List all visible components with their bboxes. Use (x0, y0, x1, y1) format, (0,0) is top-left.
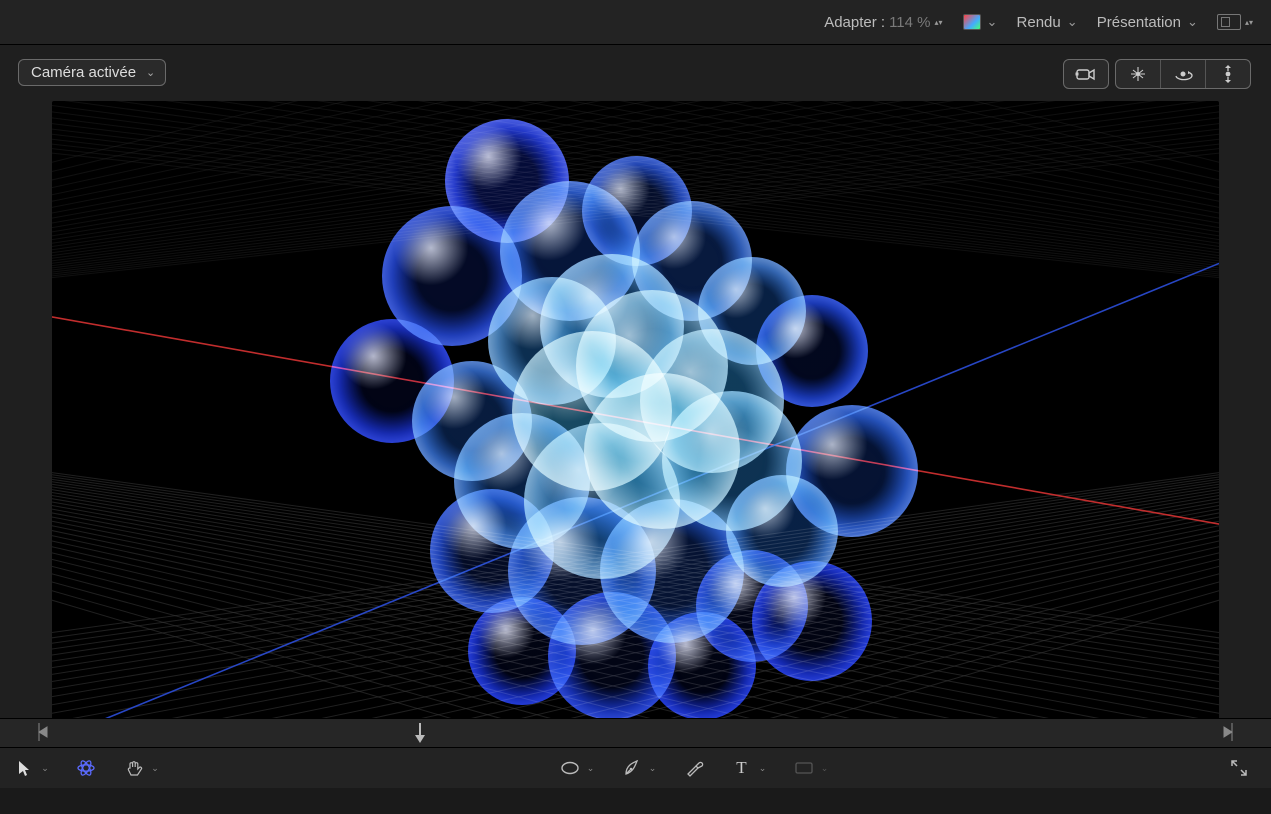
particle-orb (752, 561, 872, 681)
camera-menu-label: Caméra activée (31, 64, 136, 81)
chevron-down-icon: ⌄ (146, 66, 155, 79)
zoom-out-stop-icon (1223, 721, 1233, 743)
particle-orb (698, 257, 806, 365)
stepper-icon: ▴▾ (1245, 20, 1253, 25)
camera-menu[interactable]: Caméra activée ⌄ (18, 59, 166, 86)
expand-canvas-button[interactable] (1225, 755, 1253, 781)
fit-zoom-menu[interactable]: Adapter : 114 % ▴▾ (818, 10, 948, 35)
orbit-button[interactable] (1161, 60, 1206, 88)
camera-reset-button[interactable] (1063, 59, 1109, 89)
pan-hand-tool[interactable] (120, 755, 148, 781)
canvas-area: Caméra activée ⌄ (0, 45, 1271, 748)
top-toolbar: Adapter : 114 % ▴▾ ⌄ Rendu ⌄ Présentatio… (0, 0, 1271, 45)
dolly-button[interactable] (1206, 60, 1250, 88)
color-channel-menu[interactable]: ⌄ (957, 10, 1003, 34)
particle-orb (468, 597, 576, 705)
chevron-down-icon: ⌄ (1067, 14, 1077, 30)
fit-label: Adapter : (824, 14, 885, 31)
select-tool[interactable] (10, 755, 38, 781)
render-label: Rendu (1017, 14, 1061, 31)
shape-tool-menu[interactable]: ⌄ (584, 763, 598, 774)
paint-tool[interactable] (680, 755, 708, 781)
safe-zone-icon (1217, 14, 1241, 30)
particle-orb (412, 361, 532, 481)
zoom-strip[interactable] (0, 718, 1271, 748)
bottom-toolbar: ⌄ ⌄ ⌄ ⌄ T ⌄ ⌄ (0, 748, 1271, 788)
text-tool[interactable]: T (728, 755, 756, 781)
pen-tool[interactable] (618, 755, 646, 781)
chevron-down-icon: ⌄ (1187, 14, 1197, 30)
color-swatch-icon (963, 14, 981, 30)
safe-zones-menu[interactable]: ▴▾ (1211, 10, 1259, 34)
pen-tool-menu[interactable]: ⌄ (646, 763, 660, 774)
viewport-3d[interactable] (52, 101, 1219, 741)
presentation-label: Présentation (1097, 14, 1181, 31)
mask-tool-menu[interactable]: ⌄ (818, 763, 832, 774)
presentation-menu[interactable]: Présentation ⌄ (1091, 10, 1203, 35)
view-nav-segmented (1115, 59, 1251, 89)
pan-tool-menu[interactable]: ⌄ (148, 763, 162, 774)
select-tool-menu[interactable]: ⌄ (38, 763, 52, 774)
fit-value: 114 % (889, 14, 930, 31)
chevron-down-icon: ⌄ (987, 14, 997, 30)
render-menu[interactable]: Rendu ⌄ (1011, 10, 1083, 35)
text-tool-menu[interactable]: ⌄ (756, 763, 770, 774)
particle-orb (648, 612, 756, 720)
mask-tool (790, 755, 818, 781)
stepper-icon: ▴▾ (935, 20, 943, 25)
zoom-in-stop-icon (38, 721, 48, 743)
zoom-handle[interactable] (413, 719, 427, 747)
pan-button[interactable] (1116, 60, 1161, 88)
3d-transform-tool[interactable] (72, 755, 100, 781)
shape-tool[interactable] (556, 755, 584, 781)
view-nav-cluster (1063, 59, 1251, 89)
